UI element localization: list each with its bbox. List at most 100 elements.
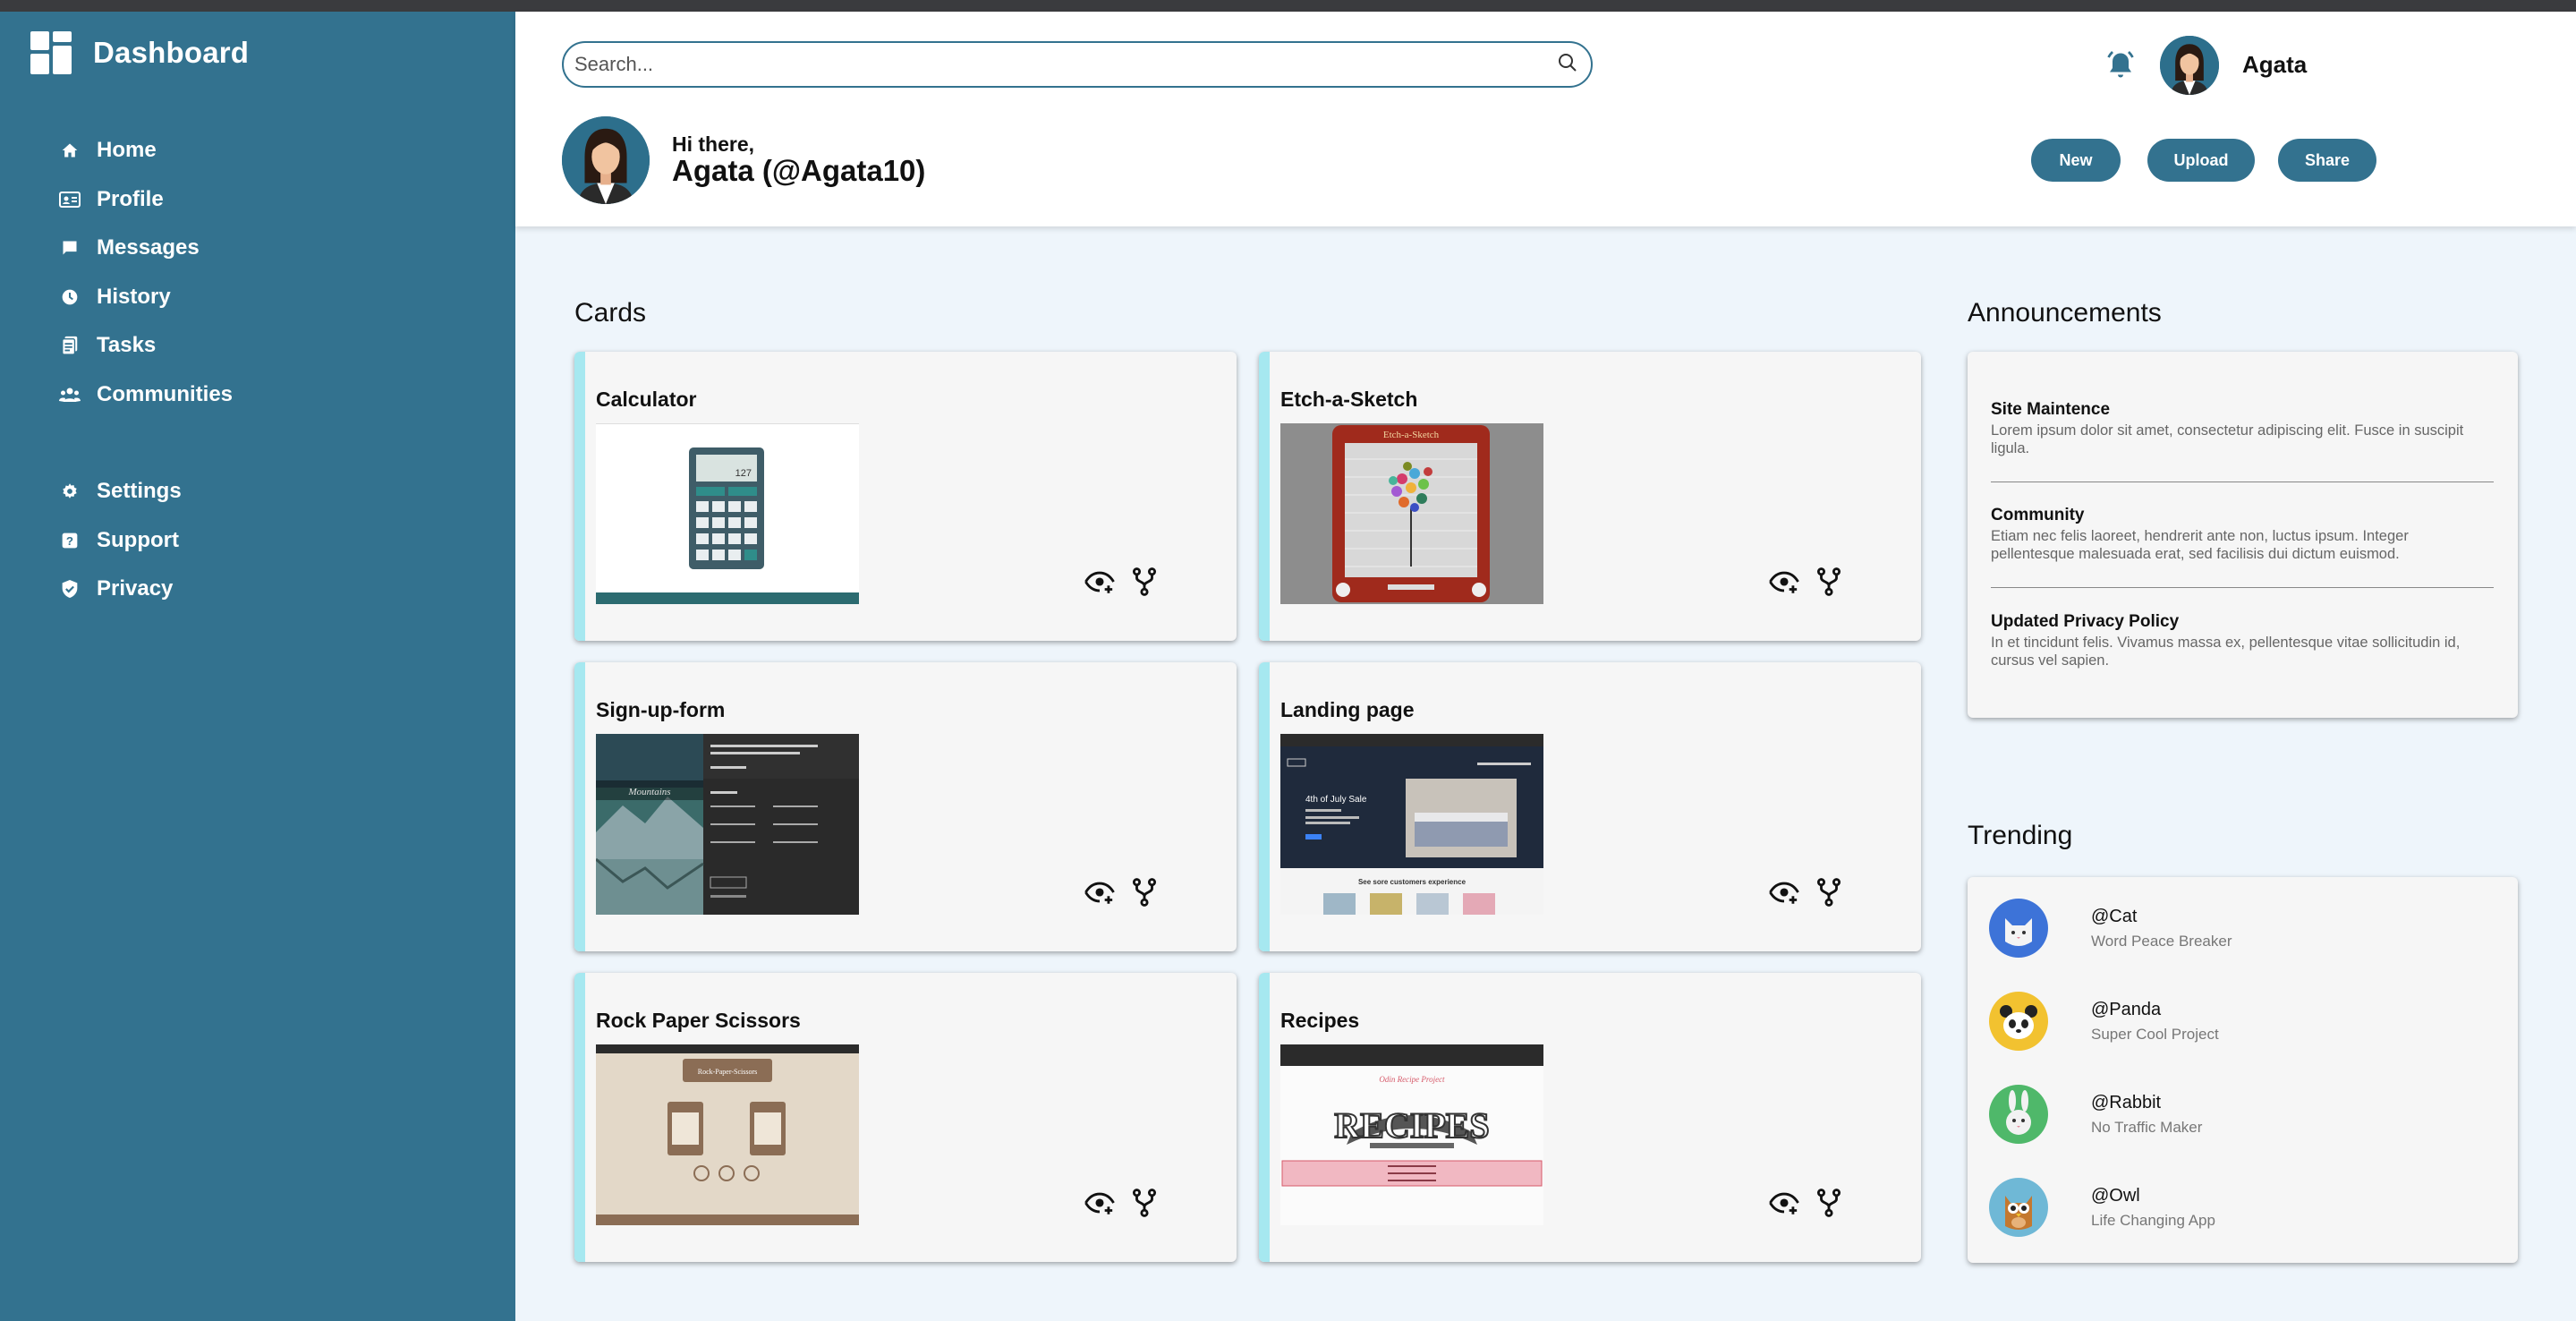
search-icon[interactable] <box>1557 52 1578 78</box>
fork-icon[interactable] <box>1129 567 1160 597</box>
card-thumbnail[interactable]: Odin Recipe Project RECIPES <box>1280 1044 1543 1225</box>
card-thumbnail[interactable]: Mountains <box>596 734 859 915</box>
window-top-strip <box>0 0 2576 12</box>
card-title: Sign-up-form <box>596 698 726 721</box>
trending-handle: @Rabbit <box>2091 1092 2162 1112</box>
announcement-body: Lorem ipsum dolor sit amet, consectetur … <box>1991 422 2464 456</box>
trending-handle: @Cat <box>2091 906 2138 926</box>
cards-heading: Cards <box>574 298 647 328</box>
card-title: Etch-a-Sketch <box>1280 388 1418 411</box>
project-card[interactable]: Recipes Odin Recipe Project RECIPES <box>1259 973 1921 1262</box>
trending-item[interactable]: @Panda Super Cool Project <box>1989 990 2219 1053</box>
sidebar-item-history[interactable]: History <box>59 273 233 322</box>
card-thumbnail[interactable]: 127 <box>596 423 859 604</box>
announcements-panel: Site Maintence Lorem ipsum dolor sit ame… <box>1968 352 2518 718</box>
trending-project: No Traffic Maker <box>2091 1118 2203 1136</box>
support-icon: ? <box>59 530 81 551</box>
sidebar-item-label: Privacy <box>97 576 174 601</box>
sidebar-item-profile[interactable]: Profile <box>59 175 233 225</box>
trending-item[interactable]: @Rabbit No Traffic Maker <box>1989 1083 2202 1146</box>
tasks-icon <box>59 335 81 356</box>
brand[interactable]: Dashboard <box>30 31 249 74</box>
project-card[interactable]: Rock Paper Scissors Rock-Paper-Scissors <box>574 973 1237 1262</box>
sidebar-item-communities[interactable]: Communities <box>59 371 233 420</box>
announcement-item[interactable]: Community Etiam nec felis laoreet, hendr… <box>1991 506 2494 563</box>
sidebar-item-support[interactable]: ? Support <box>59 516 233 566</box>
card-accent <box>574 352 585 641</box>
rabbit-avatar <box>1989 1085 2048 1144</box>
trending-item[interactable]: @Cat Word Peace Breaker <box>1989 897 2232 959</box>
divider <box>1991 587 2494 588</box>
view-icon[interactable] <box>1769 1188 1799 1218</box>
header: Agata Hi there, Agata (@Agata10) New Upl… <box>515 12 2576 226</box>
sidebar-item-label: Support <box>97 527 179 552</box>
search-bar[interactable] <box>562 41 1593 88</box>
fork-icon[interactable] <box>1814 567 1844 597</box>
shield-icon <box>59 578 81 600</box>
project-card[interactable]: Sign-up-form Mountains <box>574 662 1237 951</box>
card-thumbnail[interactable]: Etch-a-Sketch <box>1280 423 1543 604</box>
sidebar-item-settings[interactable]: Settings <box>59 467 233 516</box>
card-accent <box>1259 662 1270 951</box>
signup-brand-text: Mountains <box>627 787 670 797</box>
sidebar-item-label: Settings <box>97 479 182 504</box>
trending-project: Word Peace Breaker <box>2091 932 2232 950</box>
project-card[interactable]: Landing page 4th of July Sale See sore c… <box>1259 662 1921 951</box>
sidebar-item-privacy[interactable]: Privacy <box>59 565 233 614</box>
trending-handle: @Panda <box>2091 999 2162 1019</box>
trending-panel: @Cat Word Peace Breaker @Panda Super Coo… <box>1968 877 2518 1263</box>
user-display-name: Agata (@Agata10) <box>672 154 926 187</box>
sidebar-item-label: Home <box>97 138 157 163</box>
sidebar-item-messages[interactable]: Messages <box>59 224 233 273</box>
announcement-title: Site Maintence <box>1991 400 2111 419</box>
project-card[interactable]: Etch-a-Sketch Etch-a-Sketch <box>1259 352 1921 641</box>
recipes-sub-text: Odin Recipe Project <box>1379 1075 1445 1084</box>
fork-icon[interactable] <box>1814 1188 1844 1218</box>
card-accent <box>574 973 585 1262</box>
avatar[interactable] <box>2160 36 2219 95</box>
new-button[interactable]: New <box>2031 139 2121 182</box>
project-card[interactable]: Calculator 127 <box>574 352 1237 641</box>
history-icon <box>59 286 81 308</box>
sidebar-item-label: Profile <box>97 186 164 211</box>
home-icon <box>59 140 81 161</box>
view-icon[interactable] <box>1084 877 1115 908</box>
panda-avatar <box>1989 992 2048 1051</box>
notification-bell-icon[interactable] <box>2104 49 2137 81</box>
trending-heading: Trending <box>1968 821 2073 850</box>
view-icon[interactable] <box>1769 567 1799 597</box>
view-icon[interactable] <box>1769 877 1799 908</box>
sidebar-item-tasks[interactable]: Tasks <box>59 321 233 371</box>
announcement-title: Updated Privacy Policy <box>1991 612 2180 631</box>
user-name[interactable]: Agata <box>2242 51 2307 79</box>
search-input[interactable] <box>574 53 1557 76</box>
announcement-item[interactable]: Updated Privacy Policy In et tincidunt f… <box>1991 612 2494 669</box>
communities-icon <box>59 384 81 405</box>
card-thumbnail[interactable]: Rock-Paper-Scissors <box>596 1044 859 1225</box>
fork-icon[interactable] <box>1814 877 1844 908</box>
trending-handle: @Owl <box>2091 1185 2140 1206</box>
card-accent <box>574 662 585 951</box>
trending-project: Super Cool Project <box>2091 1025 2219 1043</box>
gear-icon <box>59 481 81 502</box>
card-thumbnail[interactable]: 4th of July Sale See sore customers expe… <box>1280 734 1543 915</box>
fork-icon[interactable] <box>1129 1188 1160 1218</box>
trending-item[interactable]: @Owl Life Changing App <box>1989 1176 2215 1239</box>
landing-sale-text: 4th of July Sale <box>1305 795 1367 805</box>
recipes-logo-text: RECIPES <box>1334 1105 1489 1146</box>
view-icon[interactable] <box>1084 1188 1115 1218</box>
sidebar-item-home[interactable]: Home <box>59 126 233 175</box>
greeting: Hi there, <box>672 132 755 156</box>
sidebar-item-label: History <box>97 284 171 309</box>
card-title: Rock Paper Scissors <box>596 1009 801 1032</box>
fork-icon[interactable] <box>1129 877 1160 908</box>
share-button[interactable]: Share <box>2278 139 2376 182</box>
calc-display-text: 127 <box>735 468 752 479</box>
card-title: Recipes <box>1280 1009 1360 1032</box>
announcement-item[interactable]: Site Maintence Lorem ipsum dolor sit ame… <box>1991 400 2494 457</box>
announcements-heading: Announcements <box>1968 298 2162 328</box>
dashboard-icon <box>30 31 73 74</box>
upload-button[interactable]: Upload <box>2147 139 2255 182</box>
view-icon[interactable] <box>1084 567 1115 597</box>
